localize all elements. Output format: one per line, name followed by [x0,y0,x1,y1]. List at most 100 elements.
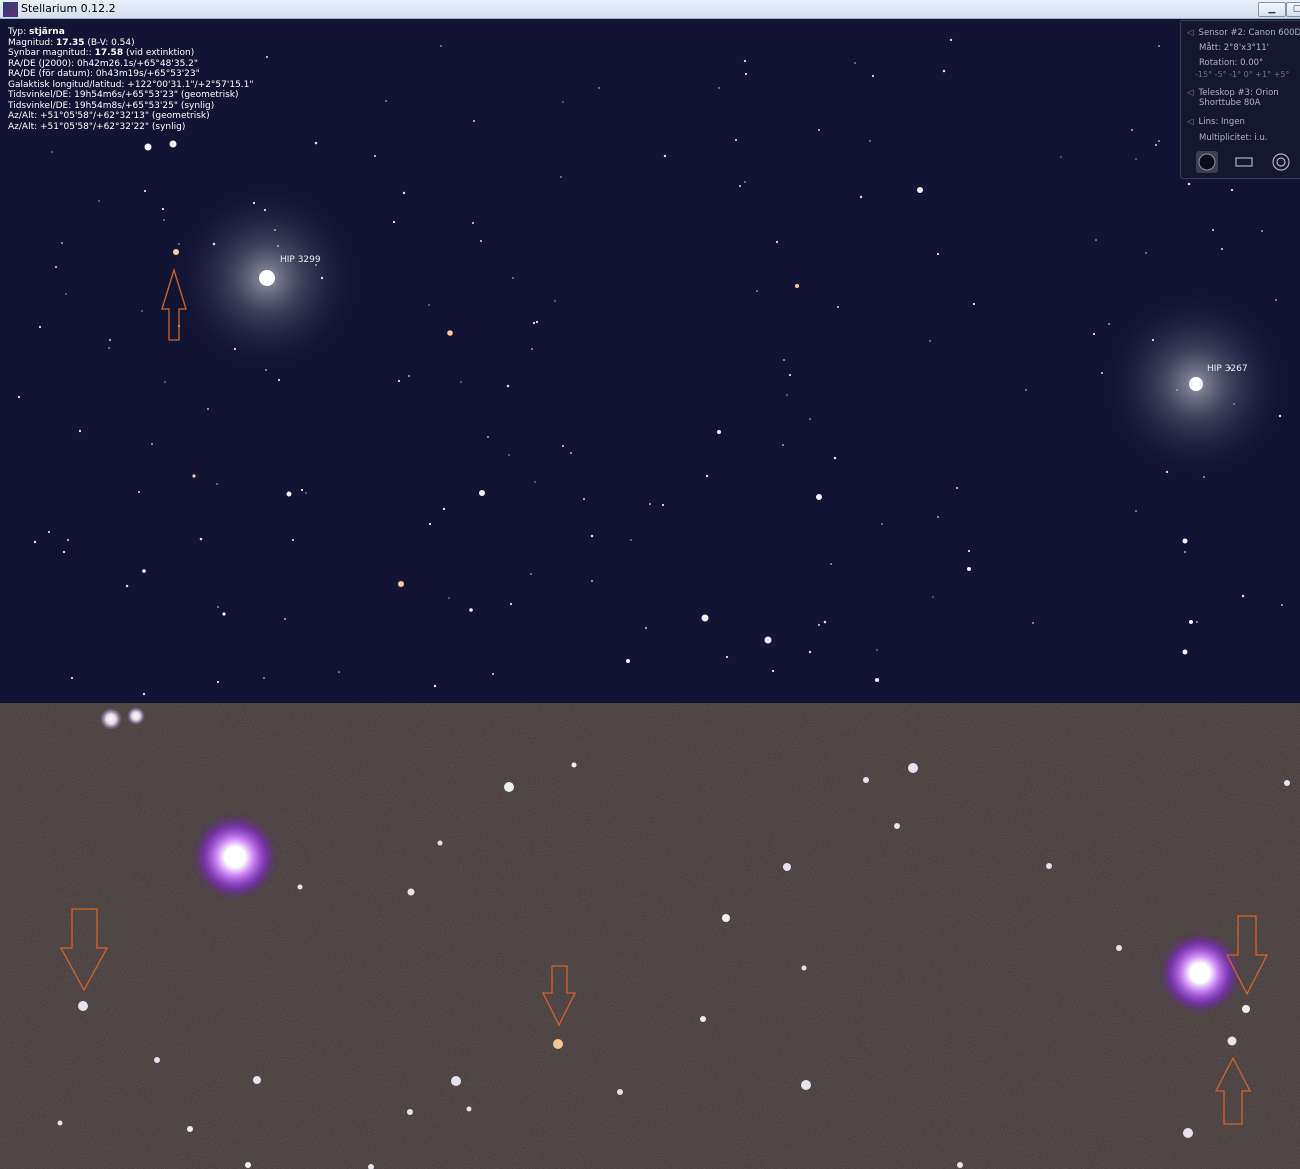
prev-sensor-icon[interactable]: ◁ [1187,28,1194,38]
sky-star-faint [151,443,153,445]
sky-star [169,140,177,148]
sky-star-faint [530,573,532,575]
sky-star-faint [1145,252,1147,254]
photo-star [407,1109,413,1115]
prev-lens-icon[interactable]: ◁ [1187,117,1194,127]
sky-star-faint [661,503,665,507]
photo-star [863,777,869,783]
sky-star [764,636,772,644]
sky-star-faint [725,655,729,659]
photo-star [553,1039,563,1049]
sensor-row[interactable]: ◁ Sensor #2: Canon 600D [1187,28,1300,38]
sky-star-faint [479,239,483,243]
sky-star [1182,538,1188,544]
sky-star-faint [1135,510,1137,512]
sky-star-faint [876,649,878,651]
sky-star-faint [1101,372,1103,374]
sky-star-faint [570,452,572,454]
oculars-panel: ◁ Sensor #2: Canon 600D Mått: 2°8'x3°11' … [1180,20,1300,179]
photo-star [1227,1036,1237,1046]
sky-star-faint [809,418,811,420]
sky-star-faint [531,348,533,350]
minimize-button[interactable]: ▁ [1258,2,1286,17]
sky-star [173,249,179,255]
prev-telescope-icon[interactable]: ◁ [1187,88,1194,98]
sky-star-faint [284,618,286,620]
sensor-rotation: Rotation: 0.00° [1199,58,1264,68]
info-app-mag-label: Synbar magnitud:: [8,48,95,58]
sky-star-faint [512,277,514,279]
sky-star-faint [830,563,832,565]
sky-star-faint [207,408,209,410]
sky-star-faint [645,627,647,629]
sky-star-faint [967,549,971,553]
sky-star-faint [385,100,387,102]
sky-star-faint [1155,144,1157,146]
photo-star [78,1001,88,1011]
photo-star [1284,780,1290,786]
sky-star-faint [630,539,632,541]
sky-star-faint [782,444,784,446]
photo-star [700,1016,706,1022]
sky-star-faint [51,151,53,153]
photo-star [57,1120,63,1126]
info-azalt-geometric: Az/Alt: +51°05'58"/+62°32'13" (geometris… [8,111,210,121]
photo-star [451,1076,461,1086]
stellarium-app-icon [3,2,18,17]
sky-star-faint [428,522,432,526]
sky-star-faint [1135,158,1137,160]
sky-star-faint [786,394,788,396]
sky-star [398,581,404,587]
photo-star [154,1057,160,1063]
sky-star-faint [277,378,281,382]
sky-star-faint [1176,389,1178,391]
telescope-label: Teleskop #3: Orion [1198,88,1279,98]
telescope-row[interactable]: ◁ Teleskop #3: Orion [1187,88,1279,98]
info-radec-j2000: RA/DE (J2000): 0h42m26.1s/+65°48'35.2" [8,58,199,69]
sky-star-faint [216,680,220,684]
sky-star-faint [1233,403,1235,405]
ccd-frame-icon[interactable] [1233,151,1255,173]
object-info-panel: Typ: stjärna Magnitud: 17.35 (B-V: 0.54)… [8,27,254,132]
sky-star-faint [663,154,667,158]
info-mag-value: 17.35 [56,37,85,48]
sky-star-faint [137,490,141,494]
photo-star [722,914,730,922]
sky-star-faint [942,69,946,73]
photo-star [957,1162,963,1168]
sky-star-faint [265,369,267,371]
sky-star-faint [823,620,827,624]
sky-star-faint [949,38,953,42]
sky-star-faint [859,195,863,199]
sky-star [816,494,822,500]
photo-star [894,823,900,829]
sky-star [875,678,879,682]
photo-star [1242,1005,1250,1013]
sky-view[interactable]: Typ: stjärna Magnitud: 17.35 (B-V: 0.54)… [0,19,1300,703]
sky-star [717,430,721,434]
maximize-button[interactable]: ▢ [1286,2,1300,17]
sky-star-faint [291,538,295,542]
info-app-mag-value: 17.58 [94,48,124,58]
info-mag-label: Magnitud: [8,37,57,48]
sky-star-faint [161,207,165,211]
sky-star-faint [756,290,758,292]
rotation-scale[interactable]: -15° -5° -1° 0° +1° +5° [1195,70,1289,79]
photo-star [187,1126,193,1132]
lens-row[interactable]: ◁ Lins: Ingen [1187,117,1245,127]
photo-star [783,863,791,871]
sky-star-faint [554,300,556,302]
sky-star-faint [1220,247,1224,251]
sky-star-faint [17,395,21,399]
sky-star-faint [277,245,279,247]
sky-star-faint [1092,332,1096,336]
info-hour-angle-apparent: Tidsvinkel/DE: 19h54m8s/+65°53'25" (synl… [8,100,215,111]
sky-star-faint [1165,470,1169,474]
sky-star-hip-3267 [1189,377,1203,391]
photo-star [1046,863,1052,869]
sky-star-faint [744,72,748,76]
ocular-icon[interactable] [1270,151,1292,173]
sensor-mode-icon[interactable] [1196,151,1218,173]
sky-star [967,567,971,571]
sky-star-faint [1241,594,1245,598]
